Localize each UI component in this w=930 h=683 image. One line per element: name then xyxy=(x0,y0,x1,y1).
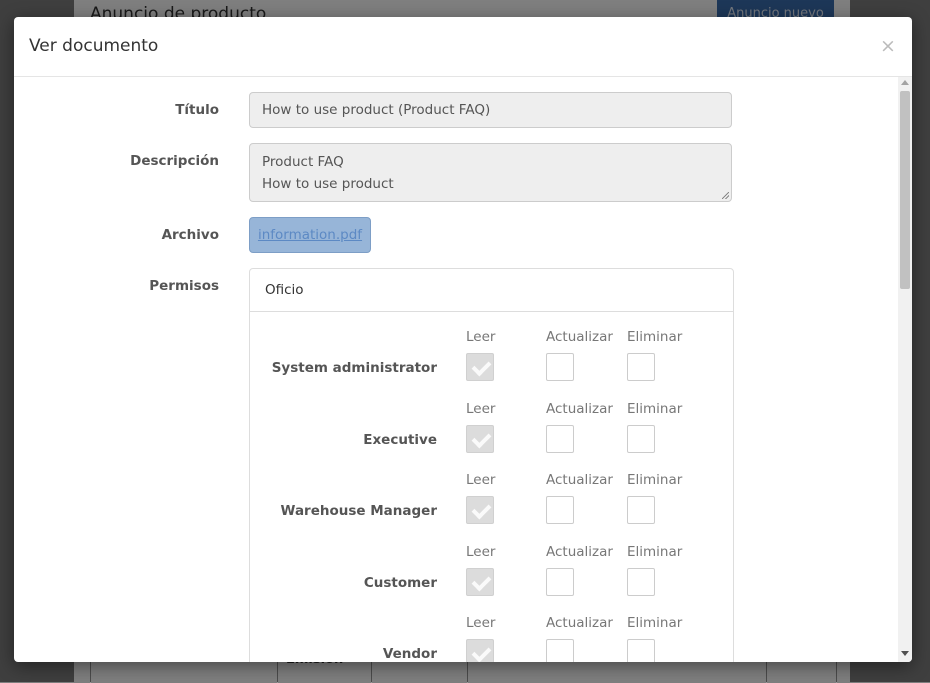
read-column-label: Leer xyxy=(466,400,496,417)
update-permission-checkbox[interactable] xyxy=(546,639,574,662)
permissions-label: Permisos xyxy=(149,278,219,294)
read-permission-checkbox[interactable] xyxy=(466,424,494,453)
update-column-label: Actualizar xyxy=(546,329,613,345)
title-label: Título xyxy=(175,102,219,118)
check-icon xyxy=(471,356,492,377)
role-name: Executive xyxy=(363,431,437,448)
update-permission-checkbox[interactable] xyxy=(546,496,574,524)
close-icon[interactable]: × xyxy=(880,36,896,56)
delete-permission-checkbox[interactable] xyxy=(627,496,655,524)
read-permission-checkbox[interactable] xyxy=(466,353,494,381)
resize-handle-icon[interactable] xyxy=(722,192,729,199)
modal-header: Ver documento × xyxy=(14,17,912,77)
update-column-label: Actualizar xyxy=(546,543,613,560)
description-label: Descripción xyxy=(130,153,219,169)
delete-permission-checkbox[interactable] xyxy=(627,567,655,596)
role-row: Customer Leer Actualizar Eliminar xyxy=(250,544,733,615)
update-column-label: Actualizar xyxy=(546,400,613,417)
read-column-label: Leer xyxy=(466,615,496,631)
check-icon xyxy=(471,499,492,520)
description-line: Product FAQ xyxy=(262,154,344,170)
read-column-label: Leer xyxy=(466,472,496,488)
role-name: System administrator xyxy=(271,360,437,376)
role-name: Customer xyxy=(363,574,437,591)
role-name: Warehouse Manager xyxy=(280,503,437,519)
role-name: Vendor xyxy=(382,646,437,662)
read-column-label: Leer xyxy=(466,329,496,345)
delete-column-label: Eliminar xyxy=(627,329,683,345)
role-row: Executive Leer Actualizar Eliminar xyxy=(250,401,733,472)
read-permission-checkbox[interactable] xyxy=(466,567,494,596)
role-row: Vendor Leer Actualizar Eliminar xyxy=(250,615,733,662)
title-field[interactable]: How to use product (Product FAQ) xyxy=(249,92,732,128)
update-column-label: Actualizar xyxy=(546,472,613,488)
modal-scrollbar[interactable] xyxy=(898,77,912,662)
description-field[interactable]: Product FAQ How to use product xyxy=(249,143,732,202)
check-icon xyxy=(471,571,492,591)
delete-column-label: Eliminar xyxy=(627,400,683,417)
check-icon xyxy=(471,428,492,448)
delete-column-label: Eliminar xyxy=(627,543,683,560)
permissions-panel-title: Oficio xyxy=(265,282,304,298)
delete-permission-checkbox[interactable] xyxy=(627,353,655,381)
scroll-up-arrow-icon[interactable] xyxy=(901,80,909,85)
delete-permission-checkbox[interactable] xyxy=(627,424,655,453)
read-permission-checkbox[interactable] xyxy=(466,639,494,662)
modal-title: Ver documento xyxy=(29,36,159,56)
read-column-label: Leer xyxy=(466,543,496,560)
read-permission-checkbox[interactable] xyxy=(466,496,494,524)
file-download-link[interactable]: information.pdf xyxy=(249,217,371,253)
role-row: Warehouse Manager Leer Actualizar Eliminar xyxy=(250,472,733,543)
update-permission-checkbox[interactable] xyxy=(546,424,574,453)
scroll-thumb[interactable] xyxy=(900,91,910,289)
modal-body: Título How to use product (Product FAQ) … xyxy=(14,77,898,662)
role-row: System administrator Leer Actualizar Elimin… xyxy=(250,329,733,400)
view-document-modal: Ver documento × Título How to use produc… xyxy=(14,17,912,662)
update-permission-checkbox[interactable] xyxy=(546,567,574,596)
check-icon xyxy=(471,642,492,662)
permissions-panel: Oficio System administrator Leer Actualiza… xyxy=(249,268,734,662)
permissions-panel-header: Oficio xyxy=(250,269,733,312)
description-line: How to use product xyxy=(262,176,394,192)
file-label: Archivo xyxy=(161,227,219,243)
update-permission-checkbox[interactable] xyxy=(546,353,574,381)
delete-column-label: Eliminar xyxy=(627,472,683,488)
delete-column-label: Eliminar xyxy=(627,615,683,631)
delete-permission-checkbox[interactable] xyxy=(627,639,655,662)
scroll-down-arrow-icon[interactable] xyxy=(901,651,909,656)
update-column-label: Actualizar xyxy=(546,615,613,631)
